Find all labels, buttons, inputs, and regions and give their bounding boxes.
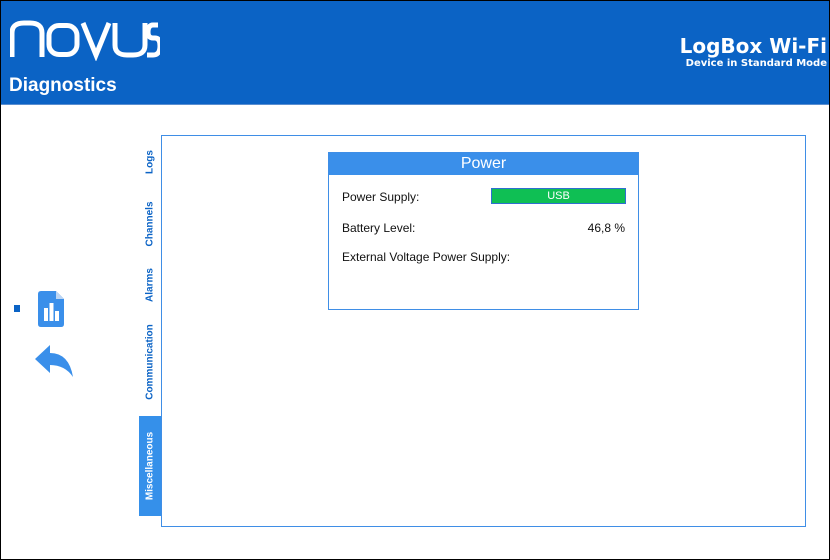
- tab-communication[interactable]: Communication: [139, 310, 161, 414]
- tab-alarms[interactable]: Alarms: [139, 260, 161, 310]
- power-supply-value: USB: [491, 188, 626, 204]
- tab-miscellaneous[interactable]: Miscellaneous: [139, 416, 161, 516]
- bar-chart-document-icon[interactable]: [38, 291, 64, 327]
- power-card: Power Power Supply: USB Battery Level: 4…: [328, 152, 639, 310]
- tab-logs[interactable]: Logs: [139, 136, 161, 188]
- vertical-tab-bar: Logs Channels Alarms Communication Misce…: [139, 136, 161, 516]
- tab-label: Channels: [144, 201, 156, 247]
- tab-channels[interactable]: Channels: [139, 188, 161, 260]
- tab-label: Miscellaneous: [144, 431, 156, 501]
- battery-level-value: 46,8 %: [587, 221, 625, 235]
- header-bar: Diagnostics LogBox Wi-Fi Device in Stand…: [1, 1, 829, 105]
- device-mode-status: Device in Standard Mode: [685, 58, 827, 69]
- power-supply-label: Power Supply:: [342, 190, 420, 204]
- tab-label: Communication: [144, 324, 156, 400]
- selection-marker: [14, 305, 20, 312]
- battery-level-label: Battery Level:: [342, 221, 416, 235]
- power-card-title: Power: [329, 153, 638, 175]
- app-window: Diagnostics LogBox Wi-Fi Device in Stand…: [0, 0, 830, 560]
- tab-label: Logs: [144, 150, 156, 174]
- page-title: Diagnostics: [9, 75, 117, 96]
- back-arrow-icon[interactable]: [35, 344, 75, 378]
- external-voltage-label: External Voltage Power Supply:: [342, 250, 511, 264]
- tab-label: Alarms: [144, 268, 156, 302]
- novus-logo: [10, 20, 160, 61]
- product-name: LogBox Wi-Fi: [679, 34, 827, 58]
